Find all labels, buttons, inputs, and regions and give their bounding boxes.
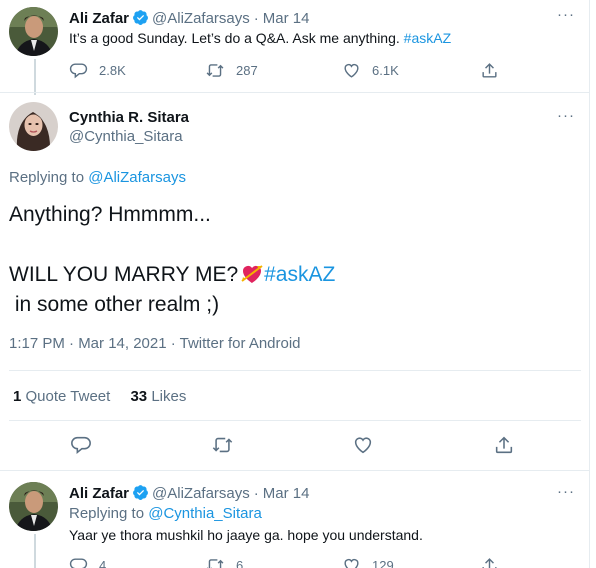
- reply-button[interactable]: 4: [69, 556, 205, 568]
- avatar-ali-zafar[interactable]: [9, 7, 58, 56]
- avatar-cynthia[interactable]: [9, 102, 58, 151]
- author-handle[interactable]: @AliZafarsays: [152, 485, 250, 502]
- retweet-icon: [206, 559, 224, 568]
- tweet-text-line-3: in some other realm ;): [9, 293, 220, 316]
- tweet-stats: 1 Quote Tweet 33 Likes: [13, 388, 186, 405]
- reply-count: 4: [99, 558, 107, 568]
- retweet-count: 287: [236, 63, 258, 78]
- divider: [0, 92, 589, 93]
- separator: ·: [253, 10, 259, 27]
- author-name[interactable]: Cynthia R. Sitara: [69, 109, 189, 126]
- reply-icon: [71, 436, 91, 454]
- tweet-actions: 4 6 129: [69, 556, 499, 568]
- reply-count: 2.8K: [99, 63, 126, 78]
- thread-line: [34, 534, 36, 568]
- like-count: 129: [372, 558, 394, 568]
- like-icon: [344, 558, 359, 568]
- share-icon: [482, 558, 497, 568]
- tweet-actions-main: [70, 434, 515, 456]
- quote-label: Quote Tweet: [25, 388, 111, 405]
- like-icon: [344, 63, 359, 78]
- tweet-reply[interactable]: Ali Zafar @AliZafarsays · Mar 14 ··· Replyi…: [0, 471, 589, 568]
- tweet-text-main: It’s a good Sunday. Let’s do a Q&A. Ask …: [69, 30, 400, 46]
- hashtag-link[interactable]: #askAZ: [404, 30, 451, 46]
- likes-stat[interactable]: 33 Likes: [130, 388, 186, 405]
- avatar-ali-zafar[interactable]: [9, 482, 58, 531]
- thread-line: [34, 59, 36, 95]
- tweet-text-marry: WILL YOU MARRY ME?: [9, 263, 239, 286]
- quote-tweet-stat[interactable]: 1 Quote Tweet: [13, 388, 114, 405]
- likes-label: Likes: [151, 388, 187, 405]
- share-button[interactable]: [493, 434, 515, 456]
- tweet-date[interactable]: Mar 14: [263, 10, 310, 27]
- share-icon: [482, 63, 497, 78]
- heart-arrow-emoji: [240, 262, 264, 290]
- reply-icon: [69, 63, 88, 79]
- tweet-thread: Ali Zafar @AliZafarsays · Mar 14 ··· It’s a…: [0, 0, 590, 568]
- verified-badge-icon: [132, 484, 149, 505]
- tweet-actions: 2.8K 287 6.1K: [69, 61, 499, 80]
- reply-button[interactable]: 2.8K: [69, 61, 205, 80]
- tweet-header: Ali Zafar @AliZafarsays · Mar 14: [69, 484, 309, 505]
- tweet-text-line-1: Anything? Hmmmm...: [9, 203, 211, 226]
- divider: [9, 420, 581, 421]
- reply-icon: [69, 558, 88, 568]
- hashtag-link[interactable]: #askAZ: [264, 263, 335, 286]
- tweet-top[interactable]: Ali Zafar @AliZafarsays · Mar 14 ··· It’s a…: [0, 0, 589, 95]
- tweet-text-line-2: WILL YOU MARRY ME? #askAZ: [9, 262, 335, 290]
- tweet-text: It’s a good Sunday. Let’s do a Q&A. Ask …: [69, 30, 451, 46]
- retweet-button[interactable]: [211, 434, 352, 456]
- separator: ·: [253, 485, 259, 502]
- more-icon[interactable]: ···: [557, 483, 575, 500]
- tweet-timestamp[interactable]: 1:17 PM · Mar 14, 2021 · Twitter for And…: [9, 335, 301, 352]
- reply-button[interactable]: [70, 434, 211, 456]
- retweet-button[interactable]: 6: [205, 556, 342, 568]
- replying-handle-link[interactable]: @Cynthia_Sitara: [148, 505, 262, 522]
- tweet-text: Yaar ye thora mushkil ho jaaye ga. hope …: [69, 527, 423, 543]
- retweet-count: 6: [236, 558, 244, 568]
- tweet-date[interactable]: Mar 14: [263, 485, 310, 502]
- replying-handle-link[interactable]: @AliZafarsays: [88, 169, 186, 186]
- replying-prefix: Replying to: [9, 169, 85, 186]
- author-handle[interactable]: @Cynthia_Sitara: [69, 128, 183, 145]
- like-icon: [354, 437, 372, 454]
- replying-to: Replying to @AliZafarsays: [9, 169, 186, 186]
- verified-badge-icon: [132, 9, 149, 30]
- replying-prefix: Replying to: [69, 505, 145, 522]
- like-button[interactable]: 129: [342, 556, 480, 568]
- share-icon: [495, 436, 513, 454]
- author-handle[interactable]: @AliZafarsays: [152, 10, 250, 27]
- like-button[interactable]: 6.1K: [342, 61, 480, 80]
- author-name[interactable]: Ali Zafar: [69, 485, 129, 502]
- like-button[interactable]: [352, 434, 493, 456]
- author-name[interactable]: Ali Zafar: [69, 10, 129, 27]
- tweet-header: Ali Zafar @AliZafarsays · Mar 14: [69, 9, 309, 30]
- share-button[interactable]: [480, 61, 499, 80]
- retweet-button[interactable]: 287: [205, 61, 342, 80]
- share-button[interactable]: [480, 556, 499, 568]
- likes-count: 33: [130, 388, 148, 405]
- like-count: 6.1K: [372, 63, 399, 78]
- more-icon[interactable]: ···: [557, 107, 575, 124]
- more-icon[interactable]: ···: [557, 6, 575, 23]
- retweet-icon: [206, 64, 224, 77]
- retweet-icon: [212, 437, 233, 453]
- replying-to: Replying to @Cynthia_Sitara: [69, 505, 262, 522]
- quote-count: 1: [13, 388, 22, 405]
- divider: [9, 370, 581, 371]
